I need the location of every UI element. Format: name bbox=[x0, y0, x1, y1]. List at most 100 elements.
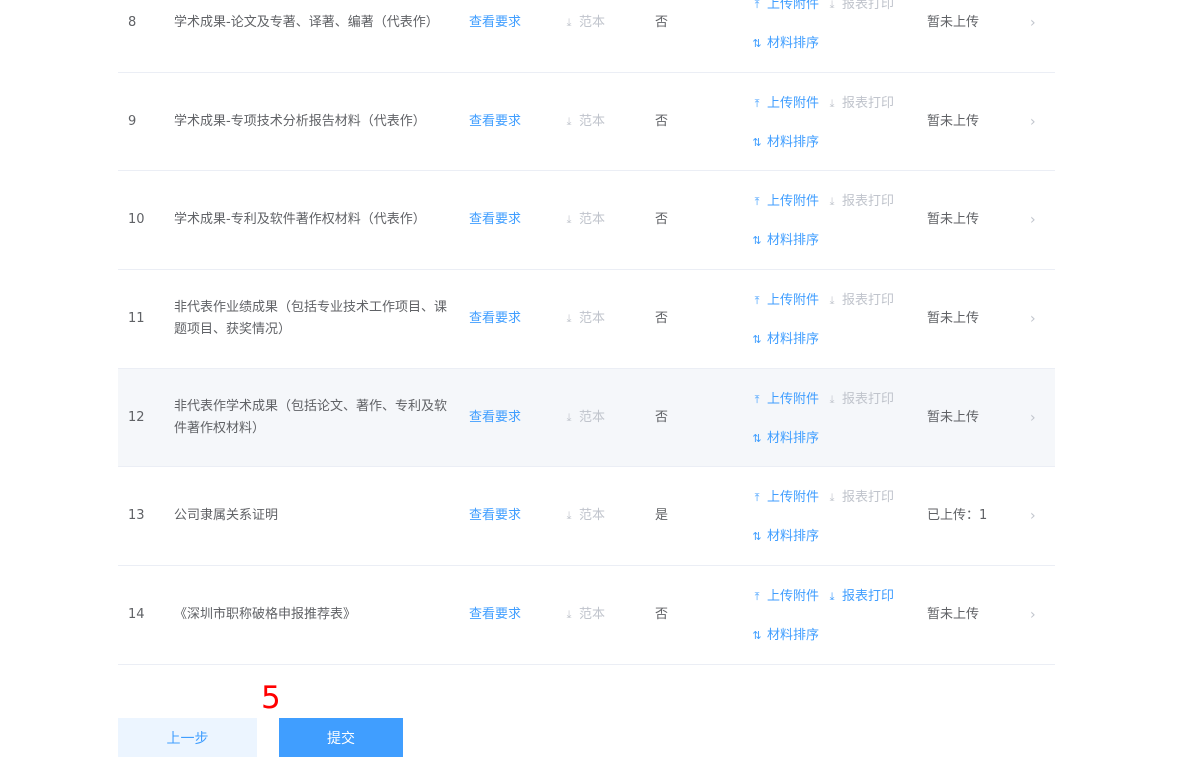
materials-table: 8 学术成果-论文及专著、译著、编著（代表作） 查看要求 ⤓ 范本 否 ⤒ 上传附件… bbox=[118, 0, 1055, 665]
view-requirements-link[interactable]: 查看要求 bbox=[469, 505, 521, 527]
print-report-button[interactable]: ⤓ 报表打印 bbox=[826, 194, 894, 209]
chevron-right-icon[interactable]: › bbox=[1030, 505, 1036, 527]
upload-attachment-button[interactable]: ⤒ 上传附件 bbox=[751, 194, 819, 209]
download-icon: ⤓ bbox=[566, 311, 572, 325]
operations: ⤒ 上传附件 ⤓ 报表打印 ⇅ 材料排序 bbox=[751, 566, 921, 664]
upload-status: 暂未上传 bbox=[927, 409, 980, 425]
row-number: 12 bbox=[128, 409, 145, 425]
download-icon: ⤓ bbox=[566, 509, 572, 523]
material-name: 公司隶属关系证明 bbox=[174, 508, 279, 524]
required-flag: 是 bbox=[655, 508, 669, 524]
upload-attachment-button[interactable]: ⤒ 上传附件 bbox=[751, 293, 819, 308]
sort-materials-button[interactable]: ⇅ 材料排序 bbox=[751, 628, 819, 643]
upload-attachment-button[interactable]: ⤒ 上传附件 bbox=[751, 490, 819, 505]
template-download[interactable]: ⤓ 范本 bbox=[563, 111, 605, 133]
sort-materials-button[interactable]: ⇅ 材料排序 bbox=[751, 529, 819, 544]
sort-icon: ⇅ bbox=[752, 431, 762, 445]
upload-status: 暂未上传 bbox=[927, 310, 980, 326]
view-requirements-link[interactable]: 查看要求 bbox=[469, 111, 521, 133]
chevron-right-icon[interactable]: › bbox=[1030, 111, 1036, 133]
row-number: 8 bbox=[128, 14, 137, 30]
material-name: 非代表作业绩成果（包括专业技术工作项目、课题项目、获奖情况） bbox=[174, 299, 448, 337]
sort-icon: ⇅ bbox=[752, 37, 762, 50]
upload-attachment-button[interactable]: ⤒ 上传附件 bbox=[751, 589, 819, 604]
row-number: 10 bbox=[128, 212, 145, 228]
chevron-right-icon[interactable]: › bbox=[1030, 604, 1036, 626]
required-flag: 否 bbox=[655, 409, 669, 425]
required-flag: 否 bbox=[655, 212, 669, 228]
row-number: 14 bbox=[128, 606, 145, 622]
sort-icon: ⇅ bbox=[752, 629, 762, 643]
sort-materials-button[interactable]: ⇅ 材料排序 bbox=[751, 431, 819, 446]
operations: ⤒ 上传附件 ⤓ 报表打印 ⇅ 材料排序 bbox=[751, 270, 921, 368]
upload-status: 已上传：1 bbox=[927, 508, 988, 524]
upload-icon: ⤒ bbox=[754, 0, 760, 11]
operations: ⤒ 上传附件 ⤓ 报表打印 ⇅ 材料排序 bbox=[751, 369, 921, 467]
material-name: 学术成果-论文及专著、译著、编著（代表作） bbox=[174, 14, 439, 30]
print-report-button[interactable]: ⤓ 报表打印 bbox=[826, 293, 894, 308]
table-row: 9 学术成果-专项技术分析报告材料（代表作） 查看要求 ⤓ 范本 否 ⤒ 上传附件 ⤓… bbox=[118, 73, 1055, 172]
chevron-right-icon[interactable]: › bbox=[1030, 407, 1036, 429]
operations: ⤒ 上传附件 ⤓ 报表打印 ⇅ 材料排序 bbox=[751, 171, 921, 269]
view-requirements-link[interactable]: 查看要求 bbox=[469, 308, 521, 330]
download-icon: ⤓ bbox=[829, 96, 835, 110]
print-report-button[interactable]: ⤓ 报表打印 bbox=[826, 392, 894, 407]
sort-icon: ⇅ bbox=[752, 333, 762, 347]
operations: ⤒ 上传附件 ⤓ 报表打印 ⇅ 材料排序 bbox=[751, 73, 921, 171]
template-download[interactable]: ⤓ 范本 bbox=[563, 12, 605, 34]
upload-icon: ⤒ bbox=[754, 491, 760, 505]
upload-attachment-button[interactable]: ⤒ 上传附件 bbox=[751, 96, 819, 111]
download-icon: ⤓ bbox=[829, 392, 835, 406]
upload-attachment-button[interactable]: ⤒ 上传附件 bbox=[751, 392, 819, 407]
material-name: 学术成果-专利及软件著作权材料（代表作） bbox=[174, 212, 426, 228]
table-row: 14 《深圳市职称破格申报推荐表》 查看要求 ⤓ 范本 否 ⤒ 上传附件 ⤓ 报表打印 … bbox=[118, 566, 1055, 665]
upload-status: 暂未上传 bbox=[927, 212, 980, 228]
download-icon: ⤓ bbox=[566, 607, 572, 621]
chevron-right-icon[interactable]: › bbox=[1030, 12, 1036, 34]
row-number: 9 bbox=[128, 113, 137, 129]
sort-materials-button[interactable]: ⇅ 材料排序 bbox=[751, 36, 819, 51]
download-icon: ⤓ bbox=[829, 491, 835, 505]
table-row: 8 学术成果-论文及专著、译著、编著（代表作） 查看要求 ⤓ 范本 否 ⤒ 上传附件… bbox=[118, 0, 1055, 73]
template-download[interactable]: ⤓ 范本 bbox=[563, 604, 605, 626]
download-icon: ⤓ bbox=[829, 195, 835, 209]
table-row: 10 学术成果-专利及软件著作权材料（代表作） 查看要求 ⤓ 范本 否 ⤒ 上传附件… bbox=[118, 171, 1055, 271]
step-annotation: 5 bbox=[261, 680, 281, 716]
row-number: 13 bbox=[128, 508, 145, 524]
table-row: 11 非代表作业绩成果（包括专业技术工作项目、课题项目、获奖情况） 查看要求 ⤓… bbox=[118, 270, 1055, 369]
download-icon: ⤓ bbox=[829, 294, 835, 308]
chevron-right-icon[interactable]: › bbox=[1030, 308, 1036, 330]
previous-step-button[interactable]: 上一步 bbox=[118, 718, 257, 757]
sort-materials-button[interactable]: ⇅ 材料排序 bbox=[751, 135, 819, 150]
print-report-button[interactable]: ⤓ 报表打印 bbox=[826, 96, 894, 111]
print-report-button[interactable]: ⤓ 报表打印 bbox=[826, 490, 894, 505]
view-requirements-link[interactable]: 查看要求 bbox=[469, 12, 521, 34]
required-flag: 否 bbox=[655, 310, 669, 326]
template-download[interactable]: ⤓ 范本 bbox=[563, 308, 605, 330]
view-requirements-link[interactable]: 查看要求 bbox=[469, 407, 521, 429]
download-icon: ⤓ bbox=[566, 114, 572, 128]
table-row: 13 公司隶属关系证明 查看要求 ⤓ 范本 是 ⤒ 上传附件 ⤓ 报表打印 ⇅ 材料排序 … bbox=[118, 467, 1055, 567]
print-report-button[interactable]: ⤓ 报表打印 bbox=[826, 589, 894, 604]
sort-materials-button[interactable]: ⇅ 材料排序 bbox=[751, 332, 819, 347]
submit-button[interactable]: 提交 bbox=[279, 718, 403, 757]
template-download[interactable]: ⤓ 范本 bbox=[563, 407, 605, 429]
view-requirements-link[interactable]: 查看要求 bbox=[469, 604, 521, 626]
template-download[interactable]: ⤓ 范本 bbox=[563, 505, 605, 527]
template-download[interactable]: ⤓ 范本 bbox=[563, 209, 605, 231]
sort-icon: ⇅ bbox=[752, 135, 762, 149]
download-icon: ⤓ bbox=[829, 0, 835, 11]
table-row: 12 非代表作学术成果（包括论文、著作、专利及软件著作权材料） 查看要求 ⤓ 范本… bbox=[118, 368, 1055, 468]
upload-attachment-button[interactable]: ⤒ 上传附件 bbox=[751, 0, 819, 12]
download-icon: ⤓ bbox=[566, 213, 572, 227]
upload-status: 暂未上传 bbox=[927, 113, 980, 129]
view-requirements-link[interactable]: 查看要求 bbox=[469, 209, 521, 231]
operations: ⤒ 上传附件 ⤓ 报表打印 ⇅ 材料排序 bbox=[751, 0, 921, 72]
row-number: 11 bbox=[128, 310, 145, 326]
print-report-button[interactable]: ⤓ 报表打印 bbox=[826, 0, 894, 12]
sort-materials-button[interactable]: ⇅ 材料排序 bbox=[751, 233, 819, 248]
sort-icon: ⇅ bbox=[752, 234, 762, 248]
required-flag: 否 bbox=[655, 113, 669, 129]
chevron-right-icon[interactable]: › bbox=[1030, 209, 1036, 231]
sort-icon: ⇅ bbox=[752, 530, 762, 544]
